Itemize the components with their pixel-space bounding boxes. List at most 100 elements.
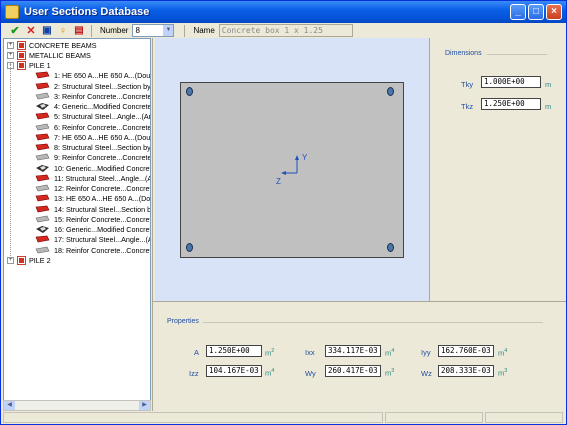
steel-beam-icon: [35, 194, 50, 202]
tree-item[interactable]: 10: Generic...Modified Concrete: [34, 163, 150, 173]
prop-value-izz: 104.167E-03: [206, 365, 262, 377]
section-canvas[interactable]: Y Z: [155, 38, 429, 301]
tkz-field[interactable]: 1.250E+00: [481, 98, 541, 110]
tree-item-label: 17: Structural Steel...Angle...(A: [54, 235, 151, 245]
steel-beam-icon: [35, 71, 50, 79]
prop-unit-ixx: m4: [385, 348, 395, 358]
close-button[interactable]: ×: [546, 4, 562, 20]
dimensions-panel: Dimensions Tky 1.000E+00 m Tkz 1.250E+00…: [431, 38, 566, 301]
tree-group[interactable]: + PILE 2: [7, 255, 51, 265]
maximize-button[interactable]: □: [528, 4, 544, 20]
concrete-icon: [35, 92, 50, 100]
prop-label-izz: Izz: [189, 369, 199, 378]
concrete-icon: [35, 246, 50, 253]
prop-unit-a: m2: [265, 348, 275, 358]
save-icon[interactable]: ▣: [39, 24, 55, 38]
section-shape: Y Z: [180, 82, 404, 258]
tree-item-label: 4: Generic...Modified Concrete b: [54, 102, 151, 111]
folder-icon: [17, 61, 26, 70]
prop-value-wy: 260.417E-03: [325, 365, 381, 377]
tky-field[interactable]: 1.000E+00: [481, 76, 541, 88]
tree-item-label: 3: Reinfor Concrete...Concrete: [54, 91, 151, 101]
scroll-left-icon[interactable]: ◀: [4, 401, 15, 410]
toolbar: ✔ ✕ ▣ ♀ ▤ Number 8 ▼ Name Concrete box 1…: [1, 23, 566, 38]
tree-item[interactable]: 18: Reinfor Concrete...Concrete: [34, 245, 150, 255]
prop-value-ixx: 334.117E-03: [325, 345, 381, 357]
steel-beam-icon: [35, 82, 50, 89]
tree-item[interactable]: 7: HE 650 A...HE 650 A...(Doub: [34, 132, 151, 142]
tree-item-label: 7: HE 650 A...HE 650 A...(Doub: [54, 132, 151, 142]
name-field[interactable]: Concrete box 1 x 1.25: [218, 24, 353, 37]
prop-label-a: A: [194, 348, 200, 357]
cross-icon[interactable]: ✕: [23, 24, 39, 38]
tree-item-label: 14: Structural Steel...Section by: [54, 204, 151, 214]
rebar-bottom-left: [186, 243, 193, 252]
splitter[interactable]: [152, 38, 153, 411]
toolbar-separator: [91, 24, 92, 37]
tree-group[interactable]: - PILE 1: [7, 61, 51, 71]
steel-beam-icon: [35, 143, 50, 151]
tree-item[interactable]: 3: Reinfor Concrete...Concrete: [34, 91, 151, 101]
tree-connector: [10, 63, 11, 258]
tree-item-label: 9: Reinfor Concrete...Concrete: [54, 153, 151, 163]
tree-item[interactable]: 11: Structural Steel...Angle...(A: [34, 173, 150, 183]
expand-icon[interactable]: +: [7, 51, 14, 59]
prop-unit-wz: m3: [498, 368, 508, 378]
prop-value-wz: 208.333E-03: [438, 365, 494, 377]
tree-item-label: 15: Reinfor Concrete...Concrete: [54, 214, 151, 224]
tree-item[interactable]: 13: HE 650 A...HE 650 A...(Dou: [34, 194, 150, 204]
number-label: Number: [100, 26, 129, 35]
export-icon[interactable]: ▤: [71, 24, 87, 38]
prop-unit-wy: m3: [385, 368, 395, 378]
axis-z-label: Z: [276, 177, 281, 186]
steel-beam-icon: [35, 133, 50, 141]
prop-label-wz: Wz: [421, 369, 432, 378]
chevron-down-icon[interactable]: ▼: [163, 25, 174, 36]
check-icon[interactable]: ✔: [7, 24, 23, 38]
hint-icon[interactable]: ♀: [55, 24, 71, 38]
concrete-icon: [35, 123, 50, 130]
tree-item[interactable]: 16: Generic...Modified Concrete: [34, 225, 150, 235]
number-value: 8: [135, 26, 140, 35]
group-line: [203, 322, 543, 323]
prop-label-ixx: Ixx: [305, 348, 315, 357]
tree-item-label: 8: Structural Steel...Section by p: [54, 143, 151, 152]
generic-section-icon: [36, 164, 49, 172]
tree-item[interactable]: 5: Structural Steel...Angle...(An: [34, 112, 150, 122]
minimize-button[interactable]: _: [510, 4, 526, 20]
rebar-top-right: [387, 87, 394, 96]
prop-label-iyy: Iyy: [421, 348, 431, 357]
tree-item[interactable]: 4: Generic...Modified Concrete b: [34, 102, 151, 112]
panel-divider: [429, 38, 430, 301]
sections-tree[interactable]: + CONCRETE BEAMS + METALLIC BEAMS - PILE 1 1: …: [3, 38, 151, 410]
name-label: Name: [193, 26, 215, 35]
axis-y-label: Y: [302, 153, 308, 162]
tree-item[interactable]: 8: Structural Steel...Section by p: [34, 143, 151, 153]
tree-item[interactable]: 2: Structural Steel...Section by p: [34, 81, 150, 91]
number-combo[interactable]: 8 ▼: [132, 24, 175, 37]
tree-item[interactable]: 9: Reinfor Concrete...Concrete: [34, 153, 151, 163]
tree-item[interactable]: 6: Reinfor Concrete...Concrete: [34, 122, 150, 132]
tree-item[interactable]: 15: Reinfor Concrete...Concrete: [34, 214, 151, 224]
horizontal-scrollbar[interactable]: ◀ ▶: [3, 400, 151, 411]
title-bar[interactable]: User Sections Database _ □ ×: [1, 1, 566, 23]
rebar-bottom-right: [387, 243, 394, 252]
tree-item[interactable]: 17: Structural Steel...Angle...(A: [34, 235, 151, 245]
properties-title: Properties: [167, 318, 199, 325]
expand-icon[interactable]: +: [7, 41, 14, 49]
expand-icon[interactable]: +: [7, 256, 14, 264]
folder-icon: [17, 50, 26, 60]
tree-group[interactable]: + METALLIC BEAMS: [7, 50, 91, 60]
tree-item[interactable]: 12: Reinfor Concrete...Concrete: [34, 184, 150, 194]
tree-item[interactable]: 14: Structural Steel...Section by: [34, 204, 151, 214]
tree-item[interactable]: 1: HE 650 A...HE 650 A...(Doub: [34, 71, 150, 81]
group-line: [487, 54, 547, 55]
scroll-right-icon[interactable]: ▶: [139, 401, 150, 410]
tree-group[interactable]: + CONCRETE BEAMS: [7, 40, 97, 50]
tkz-unit: m: [545, 102, 552, 111]
properties-panel: Properties A 1.250E+00 m2 Ixx 334.117E-0…: [155, 303, 566, 411]
tree-group-label: PILE 1: [29, 61, 51, 70]
tky-unit: m: [545, 80, 552, 89]
prop-unit-iyy: m4: [498, 348, 508, 358]
concrete-icon: [35, 215, 50, 223]
